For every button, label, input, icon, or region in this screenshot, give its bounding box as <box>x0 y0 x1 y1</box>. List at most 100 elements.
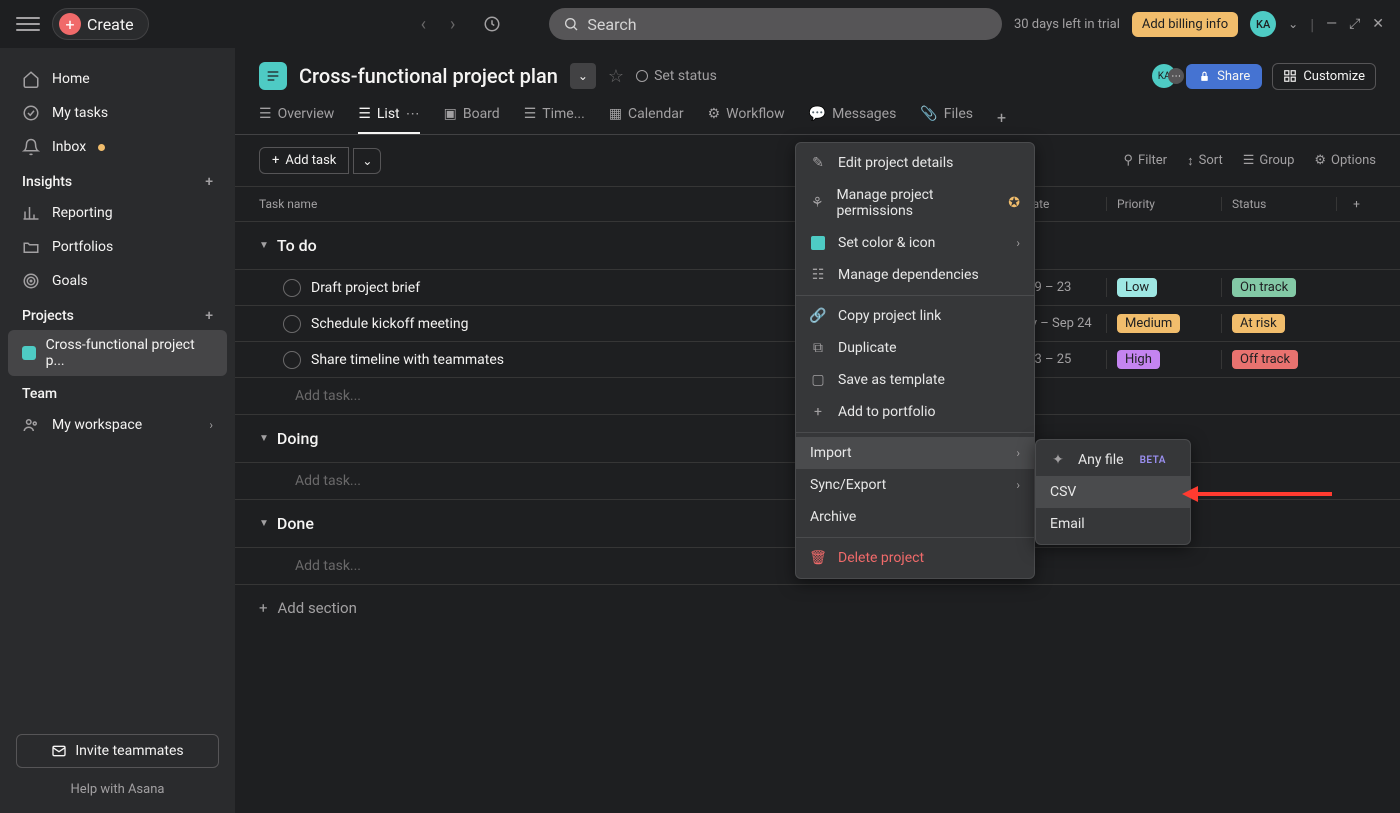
tab-workflow[interactable]: ⚙Workflow <box>708 100 785 134</box>
options-button[interactable]: ⚙Options <box>1314 153 1376 169</box>
restore-icon[interactable]: ⤢ <box>1349 16 1360 32</box>
project-title: Cross-functional project plan <box>299 64 558 88</box>
cell-status[interactable]: At risk <box>1221 314 1336 333</box>
add-section-button[interactable]: + Add section <box>235 585 1400 631</box>
invite-teammates-button[interactable]: Invite teammates <box>16 734 219 768</box>
dd-sync-export[interactable]: Sync/Export› <box>796 469 1034 501</box>
dd-permissions[interactable]: ⚘Manage project permissions✪ <box>796 179 1034 227</box>
plus-icon: + <box>272 153 279 168</box>
cell-priority[interactable]: Medium <box>1106 314 1221 333</box>
sidebar-home[interactable]: Home <box>0 62 235 96</box>
create-label: Create <box>87 15 134 34</box>
sparkle-icon: ✦ <box>1050 452 1066 468</box>
sidebar-goals[interactable]: Goals <box>0 264 235 298</box>
lock-icon <box>1198 70 1211 83</box>
cell-priority[interactable]: High <box>1106 350 1221 369</box>
tab-more-icon[interactable]: ⋯ <box>406 106 420 122</box>
dd-archive[interactable]: Archive <box>796 501 1034 533</box>
tab-calendar[interactable]: ▦Calendar <box>609 100 684 134</box>
bell-icon <box>22 138 40 156</box>
group-button[interactable]: ☰Group <box>1243 153 1295 169</box>
project-dropdown-toggle[interactable]: ⌄ <box>570 63 596 89</box>
caret-down-icon: ▼ <box>259 240 269 251</box>
cell-status[interactable]: On track <box>1221 278 1336 297</box>
customize-button[interactable]: Customize <box>1272 63 1376 90</box>
task-name: Schedule kickoff meeting <box>311 316 469 332</box>
dd-copy-link[interactable]: 🔗Copy project link <box>796 300 1034 332</box>
add-task-button[interactable]: + Add task <box>259 147 349 174</box>
add-tab-icon[interactable]: + <box>997 108 1006 127</box>
nav-forward-icon[interactable]: › <box>450 14 455 35</box>
submenu-any-file[interactable]: ✦ Any file BETA <box>1036 444 1190 476</box>
people-icon: ⚘ <box>810 195 824 211</box>
mail-icon <box>51 743 67 759</box>
sidebar-my-tasks[interactable]: My tasks <box>0 96 235 130</box>
insights-plus-icon[interactable]: + <box>205 174 213 190</box>
add-column-button[interactable]: + <box>1336 197 1376 211</box>
tab-timeline[interactable]: ☰Time... <box>524 100 585 134</box>
share-button[interactable]: Share <box>1186 64 1262 89</box>
cell-status[interactable]: Off track <box>1221 350 1336 369</box>
dd-edit-details[interactable]: ✎Edit project details <box>796 147 1034 179</box>
help-link[interactable]: Help with Asana <box>16 782 219 797</box>
set-status-button[interactable]: Set status <box>636 68 717 84</box>
dd-duplicate[interactable]: ⧉Duplicate <box>796 332 1034 364</box>
timeline-icon: ☰ <box>524 106 537 122</box>
dd-delete[interactable]: 🗑Delete project <box>796 542 1034 574</box>
member-avatar[interactable]: KA ⋯ <box>1152 64 1176 88</box>
task-check-icon[interactable] <box>283 279 301 297</box>
task-check-icon[interactable] <box>283 315 301 333</box>
tab-messages[interactable]: 💬Messages <box>809 100 897 134</box>
tab-overview[interactable]: ☰Overview <box>259 100 334 134</box>
dd-import[interactable]: Import› <box>796 437 1034 469</box>
sort-button[interactable]: ↕Sort <box>1187 153 1223 169</box>
search-icon <box>563 16 579 32</box>
sidebar-reporting[interactable]: Reporting <box>0 196 235 230</box>
board-icon: ▣ <box>444 106 457 122</box>
tab-files[interactable]: 📎Files <box>920 100 973 134</box>
filter-button[interactable]: ⚲Filter <box>1124 153 1168 169</box>
task-check-icon[interactable] <box>283 351 301 369</box>
user-avatar[interactable]: KA <box>1250 11 1276 37</box>
column-status[interactable]: Status <box>1221 197 1336 211</box>
check-circle-icon <box>22 104 40 122</box>
tab-board[interactable]: ▣Board <box>444 100 500 134</box>
tab-list[interactable]: ☰List⋯ <box>358 100 419 134</box>
history-icon[interactable] <box>483 15 501 33</box>
cell-priority[interactable]: Low <box>1106 278 1221 297</box>
create-button[interactable]: + Create <box>52 8 149 40</box>
sidebar-workspace[interactable]: My workspace › <box>0 408 235 442</box>
chevron-right-icon: › <box>1016 478 1020 492</box>
dependencies-icon: ☷ <box>810 267 826 283</box>
avatar-chevron-icon[interactable]: ⌄ <box>1288 17 1298 31</box>
sidebar-section-team[interactable]: Team <box>0 376 235 408</box>
projects-plus-icon[interactable]: + <box>205 308 213 324</box>
beta-badge: BETA <box>1140 455 1166 466</box>
dd-dependencies[interactable]: ☷Manage dependencies <box>796 259 1034 291</box>
target-icon <box>22 272 40 290</box>
add-billing-button[interactable]: Add billing info <box>1132 12 1238 37</box>
minimize-icon[interactable]: — <box>1326 16 1337 32</box>
sidebar-portfolios[interactable]: Portfolios <box>0 230 235 264</box>
column-priority[interactable]: Priority <box>1106 197 1221 211</box>
caret-down-icon: ▼ <box>259 518 269 529</box>
submenu-email[interactable]: Email <box>1036 508 1190 540</box>
dd-save-template[interactable]: ▢Save as template <box>796 364 1034 396</box>
add-task-dropdown[interactable]: ⌄ <box>353 148 381 174</box>
sidebar-section-projects[interactable]: Projects + <box>0 298 235 330</box>
sidebar-section-insights[interactable]: Insights + <box>0 164 235 196</box>
close-icon[interactable]: ✕ <box>1372 16 1384 32</box>
caret-down-icon: ▼ <box>259 433 269 444</box>
avatar-more-icon: ⋯ <box>1168 68 1184 84</box>
pencil-icon: ✎ <box>810 155 826 171</box>
column-task-name[interactable]: Task name <box>259 197 876 211</box>
sidebar-project-item[interactable]: Cross-functional project p... <box>8 330 227 376</box>
hamburger-menu[interactable] <box>16 12 40 36</box>
dd-set-color[interactable]: Set color & icon› <box>796 227 1034 259</box>
dd-add-portfolio[interactable]: +Add to portfolio <box>796 396 1034 428</box>
sidebar-inbox[interactable]: Inbox <box>0 130 235 164</box>
nav-back-icon[interactable]: ‹ <box>421 14 426 35</box>
search-input[interactable]: Search <box>549 8 1002 40</box>
star-icon[interactable]: ☆ <box>608 66 624 87</box>
submenu-csv[interactable]: CSV <box>1036 476 1190 508</box>
